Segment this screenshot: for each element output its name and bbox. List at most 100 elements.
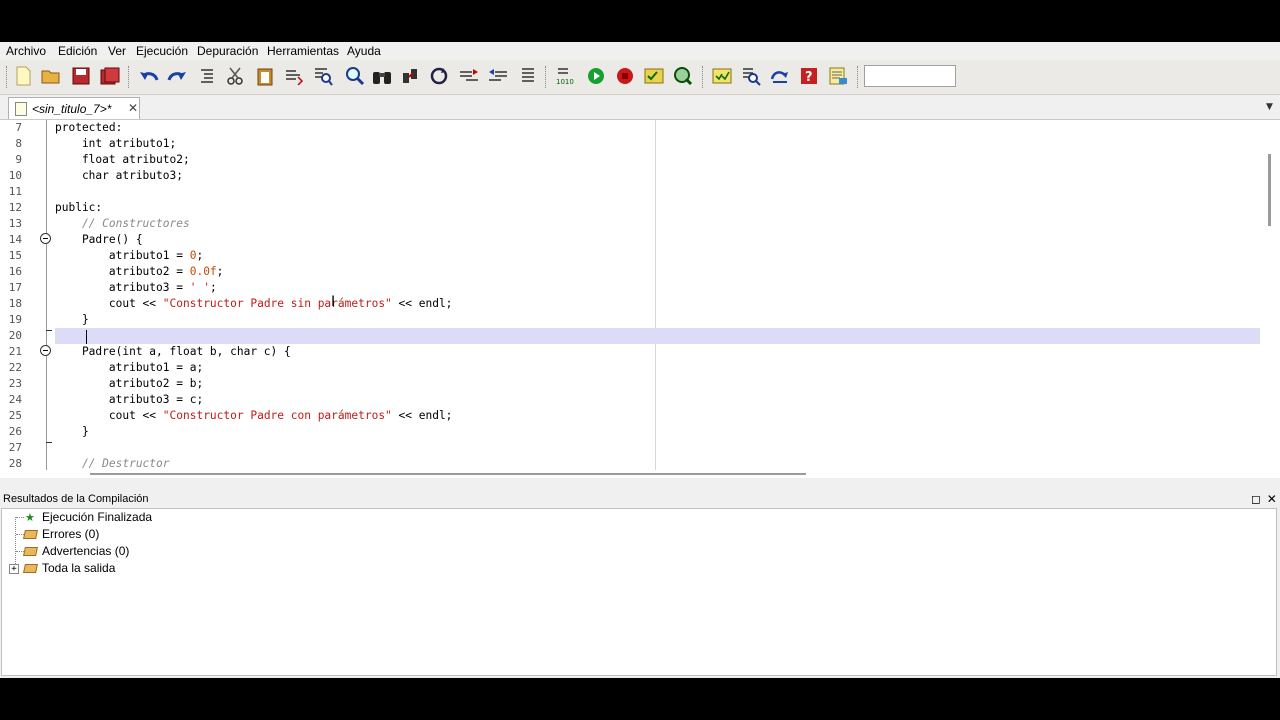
maximize-icon[interactable]: ◻ (1251, 492, 1261, 506)
save-icon[interactable] (70, 65, 92, 87)
notes-icon[interactable] (827, 65, 849, 87)
tab-list-dropdown-icon[interactable]: ▼ (1266, 102, 1273, 112)
toolbar-search-input[interactable] (864, 65, 956, 87)
code-text: atributo3 = c; (55, 393, 204, 406)
open-folder-icon[interactable] (40, 65, 62, 87)
help-icon[interactable]: ? (798, 65, 820, 87)
code-text: int atributo1; (55, 137, 177, 150)
horizontal-scrollbar[interactable] (0, 470, 1280, 478)
stop-icon[interactable] (614, 65, 636, 87)
undo-icon[interactable] (138, 65, 160, 87)
line-number: 27 (8, 441, 22, 454)
code-line: 14 Padre() { (0, 232, 1260, 248)
compare-back-icon[interactable] (487, 65, 509, 87)
zoom-search-icon[interactable] (344, 65, 366, 87)
code-line: 9 float atributo2; (0, 152, 1260, 168)
tree-item-errores[interactable]: Errores (0) (42, 527, 99, 541)
tree-item-toda-la-salida[interactable]: Toda la salida (42, 561, 115, 575)
code-line: 16 atributo2 = 0.0f; (0, 264, 1260, 280)
fold-toggle-icon[interactable] (40, 233, 51, 244)
svg-text:?: ? (805, 70, 813, 85)
goto-icon[interactable] (400, 65, 422, 87)
code-text: atributo1 = 0; (55, 249, 204, 262)
code-line: 23 atributo2 = b; (0, 376, 1260, 392)
redo-icon[interactable] (166, 65, 188, 87)
code-line: 8 int atributo1; (0, 136, 1260, 152)
toolbar-separator (857, 66, 860, 88)
search-doc-icon[interactable] (740, 65, 762, 87)
new-file-icon[interactable] (12, 65, 34, 87)
fold-toggle-icon[interactable] (40, 345, 51, 356)
check-icon[interactable] (711, 65, 733, 87)
code-text: atributo2 = b; (55, 377, 204, 390)
code-line: 12 public: (0, 200, 1260, 216)
list-icon[interactable] (517, 65, 539, 87)
toolbar: 1010 ? (0, 60, 1280, 95)
compile-icon[interactable]: 1010 (555, 65, 577, 87)
line-number: 25 (8, 409, 22, 422)
paste-icon[interactable] (254, 65, 276, 87)
find-files-icon[interactable] (312, 65, 334, 87)
close-icon[interactable]: ✕ (128, 101, 138, 115)
expand-icon[interactable]: + (9, 564, 19, 574)
document-icon (15, 102, 27, 116)
line-number: 8 (15, 137, 22, 150)
line-number: 18 (8, 297, 22, 310)
compare-icon[interactable] (458, 65, 480, 87)
code-text: } (55, 313, 89, 326)
tree-connector (15, 517, 17, 568)
menu-ver[interactable]: Ver (108, 44, 126, 58)
code-line: 19 } (0, 312, 1260, 328)
code-line: 22 atributo1 = a; (0, 360, 1260, 376)
line-number: 24 (8, 393, 22, 406)
menu-herramientas[interactable]: Herramientas (267, 44, 339, 58)
code-line: 15 atributo1 = 0; (0, 248, 1260, 264)
code-text: Padre() { (55, 233, 143, 246)
cut-icon[interactable] (224, 65, 246, 87)
menu-ayuda[interactable]: Ayuda (347, 44, 381, 58)
fold-margin (46, 120, 47, 470)
line-number: 9 (15, 153, 22, 166)
vertical-scrollbar[interactable] (1262, 120, 1280, 470)
line-number: 20 (8, 329, 22, 342)
horizontal-scroll-thumb[interactable] (90, 473, 806, 475)
star-icon: ★ (25, 511, 35, 524)
code-line: 10 char atributo3; (0, 168, 1260, 184)
binoculars-icon[interactable] (371, 65, 393, 87)
code-line: 25 cout << "Constructor Padre con paráme… (0, 408, 1260, 424)
replace-icon[interactable] (769, 65, 791, 87)
code-editor[interactable]: 7 protected: 8 int atributo1; 9 float atrib… (0, 120, 1280, 470)
code-text: // Constructores (55, 217, 190, 230)
menu-edicion[interactable]: Edición (58, 44, 97, 58)
code-line: 26 } (0, 424, 1260, 440)
tree-item-advertencias[interactable]: Advertencias (0) (42, 544, 129, 558)
folder-icon (23, 547, 38, 556)
ide-window: Archivo Edición Ver Ejecución Depuración… (0, 42, 1280, 678)
indent-icon[interactable] (196, 65, 218, 87)
menu-ejecucion[interactable]: Ejecución (136, 44, 188, 58)
menu-archivo[interactable]: Archivo (6, 44, 46, 58)
find-replace-icon[interactable] (283, 65, 305, 87)
text-cursor (86, 330, 87, 344)
fold-end-marker (46, 442, 52, 443)
close-panel-icon[interactable]: ✕ (1267, 492, 1277, 506)
debug-icon[interactable] (643, 65, 665, 87)
refresh-icon[interactable] (428, 65, 450, 87)
tree-item-ejecucion-finalizada[interactable]: Ejecución Finalizada (42, 510, 152, 524)
menu-bar: Archivo Edición Ver Ejecución Depuración… (0, 42, 1280, 60)
line-number: 15 (8, 249, 22, 262)
run-icon[interactable] (585, 65, 607, 87)
inspect-icon[interactable] (672, 65, 694, 87)
menu-depuracion[interactable]: Depuración (197, 44, 258, 58)
code-text: } (55, 425, 89, 438)
svg-text:1010: 1010 (556, 78, 574, 86)
code-text: char atributo3; (55, 169, 183, 182)
code-text: atributo3 = ' '; (55, 281, 217, 294)
tab-sin-titulo-7[interactable]: <sin_titulo_7>* ✕ (8, 97, 140, 119)
vertical-scroll-thumb[interactable] (1268, 154, 1271, 226)
line-number: 22 (8, 361, 22, 374)
code-line: 27 (0, 440, 1260, 456)
save-all-icon[interactable] (99, 65, 121, 87)
code-line: 17 atributo3 = ' '; (0, 280, 1260, 296)
toolbar-separator (545, 66, 548, 88)
